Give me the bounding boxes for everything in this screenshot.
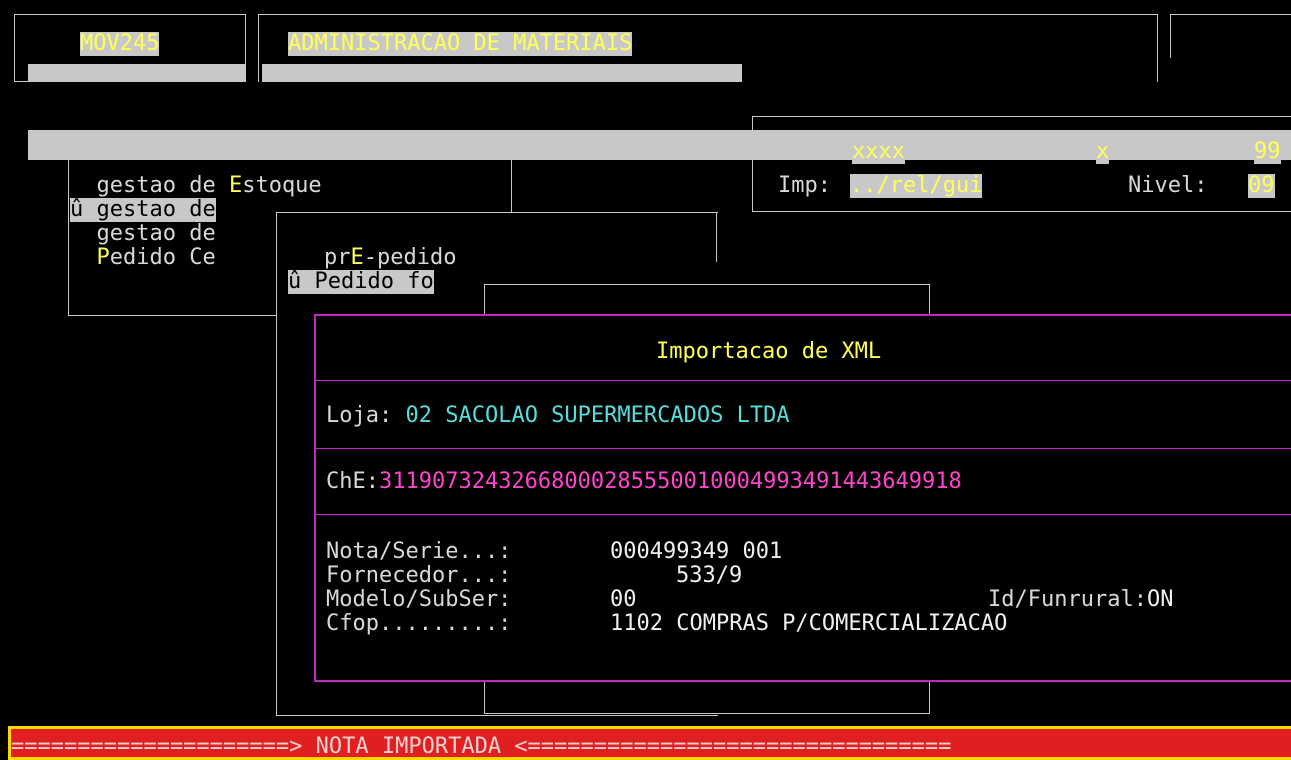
menu-item-estoque[interactable]: gestao de Estoque [70, 173, 322, 198]
selected-marker: û [70, 197, 97, 222]
program-code-bar [28, 64, 246, 82]
menu-item-pedido[interactable]: Pedido Ce [70, 246, 216, 270]
submenu-item-hotkey: E [350, 245, 364, 270]
loja-row: Loja: 02 SACOLAO SUPERMERCADOS LTDA [326, 404, 790, 428]
imp-value: ../rel/gui [850, 173, 983, 198]
funrural-value: ON [1146, 587, 1174, 612]
submenu-right-edge [716, 212, 718, 262]
status-message: =====================> NOTA IMPORTADA <=… [11, 734, 952, 759]
modelo-label: Modelo/SubSer: [326, 587, 512, 612]
selected-marker: û [288, 269, 315, 294]
modelo-value: 00 [610, 587, 637, 612]
menu-item-selected[interactable]: û gestao de [70, 198, 216, 222]
nota-label: Nota/Serie...: [326, 539, 512, 564]
che-label: ChE: [326, 469, 379, 494]
dialog-title: Importacao de XML [656, 339, 882, 364]
dialog-divider [316, 514, 1291, 515]
che-row: ChE:311907324326680002855500100049934914… [326, 470, 962, 494]
status-bar: =====================> NOTA IMPORTADA <=… [8, 726, 1291, 760]
loja-label: Loja: [326, 403, 393, 428]
menu-item-hotkey: P [96, 245, 110, 270]
cfop-label: Cfop.........: [326, 611, 512, 636]
system-title-bar [262, 64, 742, 82]
menu-item-gestao[interactable]: gestao de [70, 222, 215, 246]
fornecedor-label: Fornecedor...: [326, 563, 512, 588]
user-field: xxxx [852, 139, 905, 164]
submenu-item-label: Pedido fo [314, 269, 434, 294]
x-label: x [1096, 139, 1110, 164]
dialog-divider [316, 380, 1291, 381]
menu-item-prefix [70, 245, 97, 270]
menu-item-label: stoque [242, 173, 322, 198]
menu-item-prefix: gestao de [70, 173, 229, 198]
che-value: 3119073243266800028555001000499349144364… [378, 469, 962, 494]
menu-item-label: edido Ce [109, 245, 216, 270]
fornecedor-value: 533/9 [676, 563, 743, 588]
dialog-divider [316, 448, 1291, 449]
menu-item-hotkey: E [228, 173, 243, 198]
submenu-item-label-rest: -pedido [363, 245, 457, 270]
nota-value: 000499349 001 [610, 539, 783, 564]
menu-item-label: gestao de [96, 197, 216, 222]
program-code: MOV245 [80, 31, 160, 56]
cfop-value: 1102 COMPRAS P/COMERCIALIZACAO [610, 611, 1008, 636]
system-title: ADMINISTRACAO DE MATERIAIS [288, 31, 633, 56]
nivel-value: 09 [1248, 173, 1275, 198]
nivel-label: Nivel: [1128, 173, 1208, 198]
submenu-item-selected[interactable]: û Pedido fo [288, 270, 434, 294]
x-value: 99 [1254, 139, 1281, 164]
funrural-row: Id/Funrural:ON [988, 588, 1173, 612]
loja-value: 02 SACOLAO SUPERMERCADOS LTDA [405, 403, 790, 428]
submenu-item-pre-pedido[interactable]: prE-pedido [324, 246, 456, 270]
imp-label: Imp: [778, 173, 831, 198]
right-header-box [1170, 14, 1291, 58]
funrural-label: Id/Funrural: [988, 587, 1147, 612]
